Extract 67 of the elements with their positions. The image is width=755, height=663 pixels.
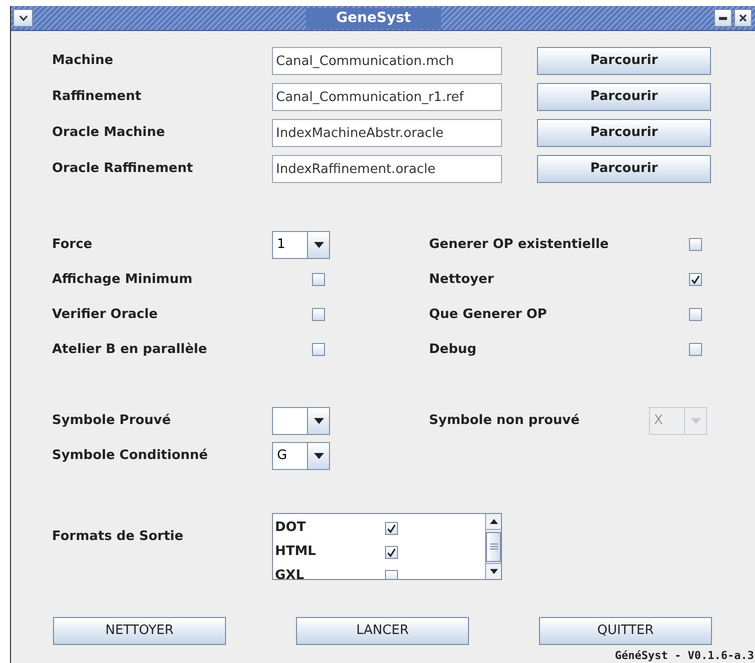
version-text: GénéSyst - V0.1.6-a.3 (614, 649, 754, 663)
action-button[interactable]: NETTOYER (53, 617, 226, 645)
dropdown[interactable]: G (272, 442, 330, 470)
option-label: Que Generer OP (429, 306, 548, 324)
browse-button[interactable]: Parcourir (537, 83, 711, 111)
checkbox[interactable] (312, 343, 325, 356)
formats-label: Formats de Sortie (52, 528, 184, 546)
option-label: Generer OP existentielle (429, 236, 610, 254)
dropdown-value: 1 (277, 236, 286, 254)
file-path-field[interactable]: Canal_Communication.mch (272, 47, 502, 75)
file-label: Oracle Machine (52, 124, 166, 142)
option-label: Verifier Oracle (52, 306, 159, 324)
option-label: Symbole non prouvé (429, 412, 581, 430)
checkbox[interactable] (689, 238, 702, 251)
dropdown-value: X (654, 412, 663, 430)
option-label: Symbole Prouvé (52, 412, 172, 430)
close-icon (739, 14, 747, 22)
file-path-field[interactable]: Canal_Communication_r1.ref (272, 83, 502, 111)
checkbox[interactable] (689, 308, 702, 321)
action-button[interactable]: LANCER (296, 617, 469, 645)
option-label: Nettoyer (429, 270, 495, 289)
dropdown[interactable]: 1 (272, 230, 330, 258)
check-icon (387, 548, 396, 556)
check-icon (691, 275, 700, 284)
file-label: Oracle Raffinement (52, 160, 194, 178)
browse-button[interactable]: Parcourir (537, 119, 711, 147)
checkbox[interactable] (385, 546, 398, 558)
option-label: Atelier B en parallèle (52, 340, 208, 359)
caret-icon (690, 418, 700, 424)
window-title: GeneSyst (306, 8, 441, 28)
caret-icon (314, 242, 324, 248)
checkbox[interactable] (689, 343, 702, 356)
close-button[interactable] (734, 9, 752, 27)
option-label: Symbole Conditionné (52, 446, 209, 465)
format-name: DOT (275, 519, 307, 538)
format-name: HTML (275, 543, 317, 562)
file-path-field[interactable]: IndexMachineAbstr.oracle (272, 119, 502, 147)
checkbox[interactable] (689, 273, 702, 286)
browse-button[interactable]: Parcourir (537, 155, 711, 183)
caret-up-icon (490, 519, 498, 524)
minimize-button[interactable] (714, 9, 732, 27)
caret-icon (314, 452, 324, 458)
check-icon (387, 524, 396, 532)
option-label: Debug (429, 340, 478, 359)
checkbox[interactable] (312, 308, 325, 321)
action-button[interactable]: QUITTER (539, 617, 712, 645)
dropdown-arrow-button[interactable] (307, 442, 329, 468)
checkbox[interactable] (385, 522, 398, 534)
window-menu-button[interactable] (13, 9, 33, 27)
file-label: Raffinement (52, 88, 142, 106)
dropdown-value: G (277, 446, 288, 465)
browse-button[interactable]: Parcourir (537, 47, 711, 75)
checkbox[interactable] (385, 570, 398, 579)
option-label: Affichage Minimum (52, 270, 194, 289)
caret-down-icon (490, 569, 498, 574)
minimize-icon (719, 16, 727, 20)
dropdown-arrow-button[interactable] (307, 408, 329, 434)
file-path-field[interactable]: IndexRaffinement.oracle (272, 155, 502, 183)
option-label: Force (52, 236, 94, 254)
dropdown-arrow-button[interactable] (307, 232, 329, 258)
file-label: Machine (52, 52, 114, 70)
chevron-down-icon (18, 15, 28, 21)
checkbox[interactable] (312, 273, 325, 286)
scrollbar[interactable] (485, 514, 501, 579)
grip-icon (490, 543, 498, 550)
scroll-thumb[interactable] (486, 532, 501, 562)
caret-icon (314, 418, 324, 424)
